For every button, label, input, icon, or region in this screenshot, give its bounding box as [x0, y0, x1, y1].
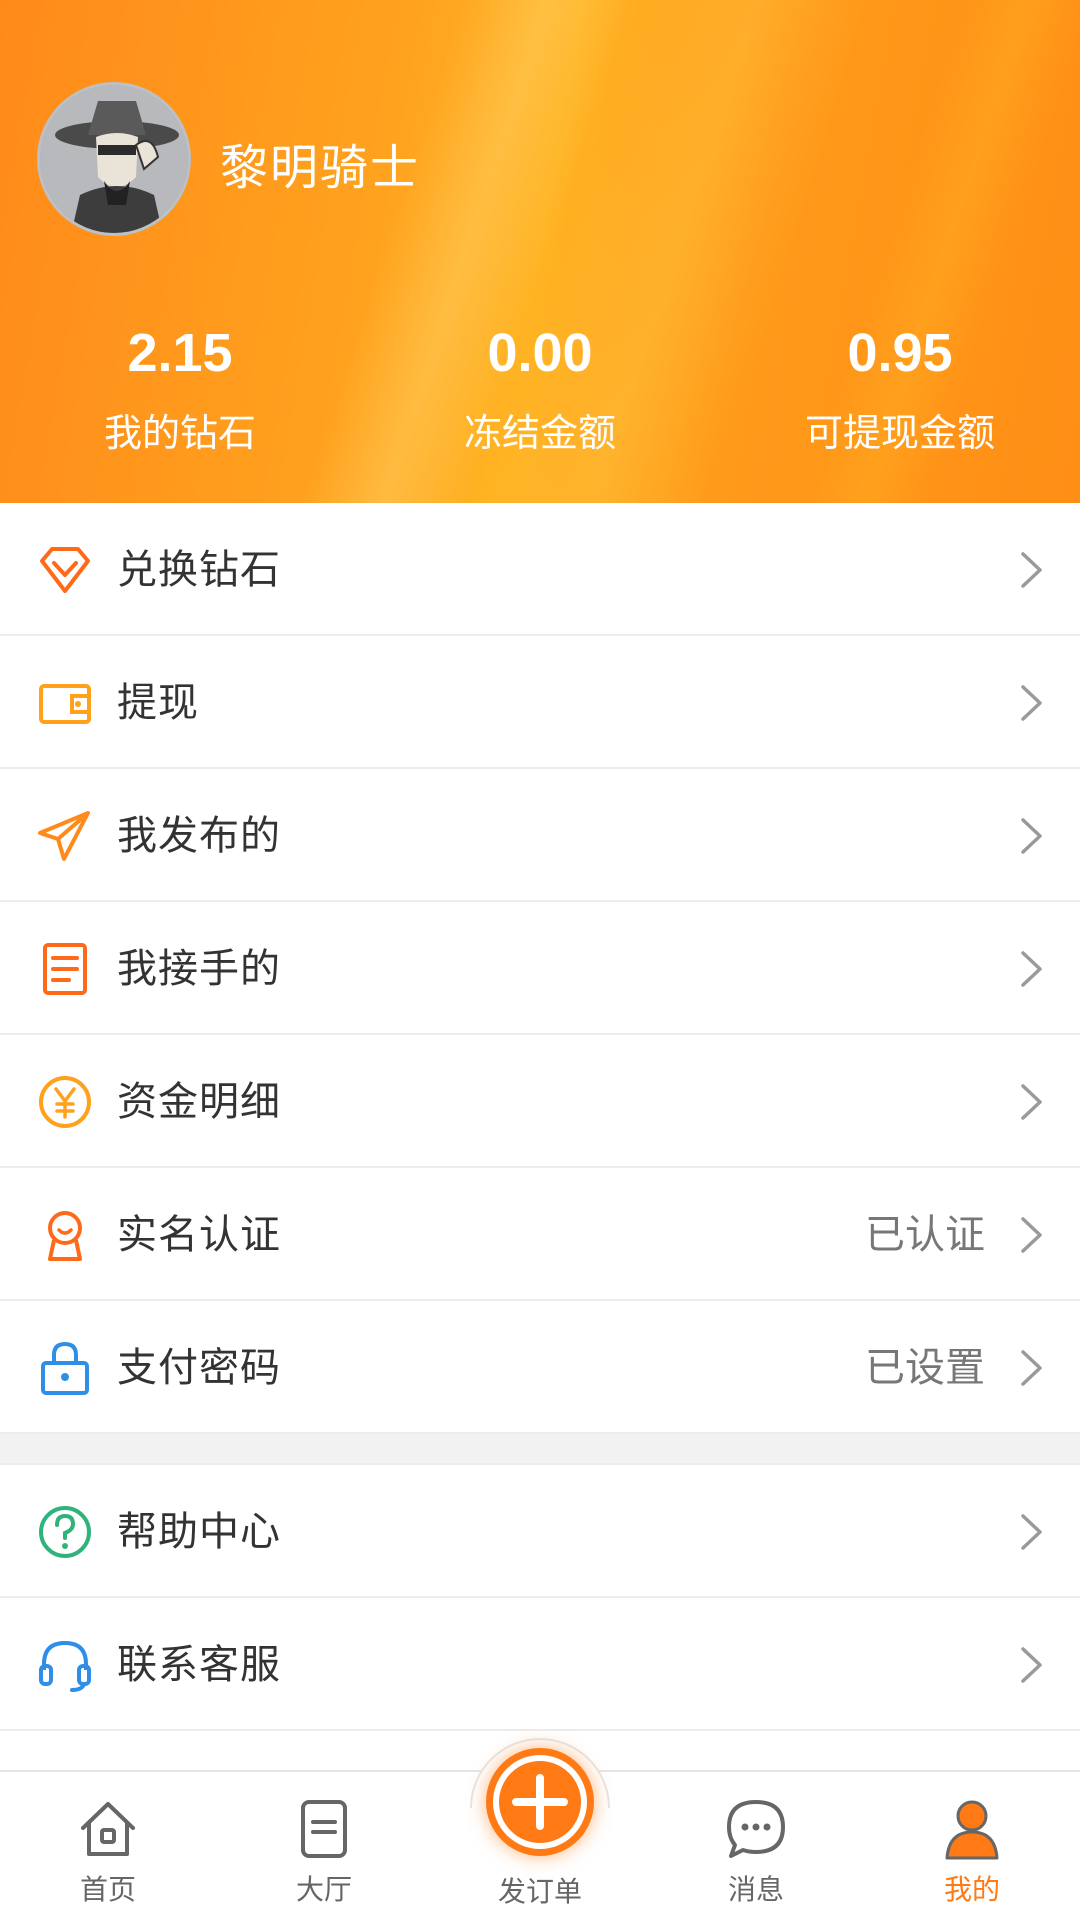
headset-icon: [36, 1636, 94, 1694]
menu-item-my-accepted[interactable]: 我接手的: [0, 902, 1080, 1035]
menu-item-help-center[interactable]: 帮助中心: [0, 1465, 1080, 1598]
stat-withdrawable-amount[interactable]: 0.95 可提现金额: [720, 318, 1080, 457]
stat-diamonds[interactable]: 2.15 我的钻石: [0, 318, 360, 457]
profile-header: 黎明骑士 2.15 我的钻石 0.00 冻结金额 0.95 可提现金额: [0, 0, 1080, 503]
diamond-icon: [36, 541, 94, 599]
tab-home[interactable]: 首页: [38, 1796, 178, 1908]
profile-icon: [939, 1796, 1005, 1862]
stat-value: 2.15: [127, 323, 233, 383]
hall-icon: [291, 1796, 357, 1862]
chevron-right-icon: [1018, 1082, 1046, 1122]
avatar[interactable]: [37, 82, 191, 236]
plus-icon: [493, 1755, 587, 1849]
chevron-right-icon: [1018, 949, 1046, 989]
menu-item-exchange-diamonds[interactable]: 兑换钻石: [0, 503, 1080, 636]
document-icon: [36, 940, 94, 998]
menu-item-label: 我接手的: [117, 946, 281, 992]
chevron-right-icon: [1018, 550, 1046, 590]
menu-item-label: 提现: [117, 680, 199, 726]
menu-item-label: 资金明细: [117, 1079, 281, 1125]
chevron-right-icon: [1018, 816, 1046, 856]
chevron-right-icon: [1018, 1512, 1046, 1552]
menu-item-contact-support[interactable]: 联系客服: [0, 1598, 1080, 1731]
chevron-right-icon: [1018, 683, 1046, 723]
menu-item-label: 帮助中心: [117, 1509, 281, 1555]
tab-profile[interactable]: 我的: [902, 1796, 1042, 1908]
menu-item-label: 联系客服: [117, 1642, 281, 1688]
tab-label: 消息: [727, 1873, 784, 1906]
id-badge-icon: [36, 1206, 94, 1264]
menu-list: 兑换钻石 提现 我发布的 我接手的 资金明细 实名认证 已认证 支付密码 已设置…: [0, 503, 1080, 1731]
menu-item-label: 我发布的: [117, 813, 281, 859]
tab-label: 首页: [79, 1873, 136, 1906]
wallet-icon: [36, 674, 94, 732]
message-icon: [723, 1796, 789, 1862]
stat-label: 我的钻石: [103, 411, 256, 455]
menu-item-label: 实名认证: [117, 1212, 281, 1258]
question-icon: [36, 1503, 94, 1561]
menu-item-real-name-verification[interactable]: 实名认证 已认证: [0, 1168, 1080, 1301]
menu-item-my-published[interactable]: 我发布的: [0, 769, 1080, 902]
chevron-right-icon: [1018, 1348, 1046, 1388]
password-status: 已设置: [865, 1345, 985, 1391]
home-icon: [75, 1796, 141, 1862]
stat-value: 0.95: [847, 323, 953, 383]
stat-value: 0.00: [487, 323, 593, 383]
stat-label: 冻结金额: [463, 411, 616, 455]
lock-icon: [36, 1339, 94, 1397]
paper-plane-icon: [36, 807, 94, 865]
chevron-right-icon: [1018, 1215, 1046, 1255]
tab-hall[interactable]: 大厅: [254, 1796, 394, 1908]
menu-item-withdraw[interactable]: 提现: [0, 636, 1080, 769]
verification-status: 已认证: [865, 1212, 985, 1258]
tab-label: 大厅: [295, 1873, 352, 1906]
yuan-coin-icon: [36, 1073, 94, 1131]
menu-item-label: 兑换钻石: [117, 547, 281, 593]
stat-label: 可提现金额: [804, 411, 995, 455]
stat-frozen-amount[interactable]: 0.00 冻结金额: [360, 318, 720, 457]
chevron-right-icon: [1018, 1645, 1046, 1685]
menu-item-fund-details[interactable]: 资金明细: [0, 1035, 1080, 1168]
create-order-button[interactable]: [486, 1748, 594, 1856]
username: 黎明骑士: [220, 140, 421, 196]
tab-label: 我的: [943, 1873, 1000, 1906]
menu-item-payment-password[interactable]: 支付密码 已设置: [0, 1301, 1080, 1434]
section-divider: [0, 1434, 1080, 1465]
menu-item-label: 支付密码: [117, 1345, 281, 1391]
tab-messages[interactable]: 消息: [686, 1796, 826, 1908]
tab-label: 发订单: [497, 1875, 582, 1908]
